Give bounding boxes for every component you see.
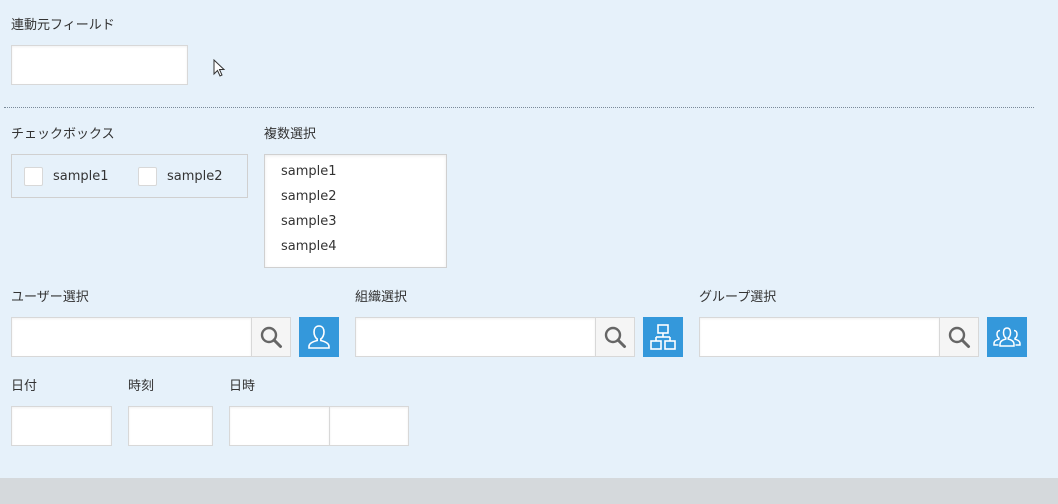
date-label: 日付 [11,379,38,394]
date-input[interactable] [11,406,112,446]
search-icon [948,326,970,348]
datetime-date-input[interactable] [229,406,330,446]
user-search-button[interactable] [251,317,291,357]
group-picker-button[interactable] [987,317,1027,357]
source-field-label: 連動元フィールド [11,18,115,33]
org-chart-icon [650,324,676,350]
multi-select-option[interactable]: sample2 [265,186,446,211]
group-select-label: グループ選択 [699,290,777,305]
search-icon [260,326,282,348]
time-label: 時刻 [128,379,155,394]
checkbox-box[interactable] [24,166,43,186]
datetime-label: 日時 [229,379,256,394]
multi-select-option[interactable]: sample1 [265,161,446,186]
org-picker-button[interactable] [643,317,683,357]
group-search-button[interactable] [939,317,979,357]
checkbox-label: チェックボックス [11,127,115,142]
footer-bar [0,478,1058,504]
multi-select-list[interactable]: sample1 sample2 sample3 sample4 [264,154,447,268]
org-select-input[interactable] [355,317,596,357]
checkbox-option-label: sample1 [53,168,109,184]
mouse-cursor-icon [213,58,227,83]
search-icon [604,326,626,348]
checkbox-option-sample2[interactable]: sample2 [138,165,223,187]
group-icon [993,327,1021,347]
user-picker-button[interactable] [299,317,339,357]
user-select-input[interactable] [11,317,252,357]
datetime-time-input[interactable] [329,406,409,446]
user-icon [308,325,330,349]
org-select-label: 組織選択 [355,290,408,305]
source-field-input[interactable] [11,45,188,85]
user-select-label: ユーザー選択 [11,290,89,305]
multi-select-option[interactable]: sample4 [265,236,446,261]
multi-select-option[interactable]: sample3 [265,211,446,236]
checkbox-option-label: sample2 [167,168,223,184]
section-divider [4,107,1034,108]
multi-select-label: 複数選択 [264,127,317,142]
time-input[interactable] [128,406,213,446]
org-search-button[interactable] [595,317,635,357]
checkbox-box[interactable] [138,166,157,186]
group-select-input[interactable] [699,317,940,357]
checkbox-option-sample1[interactable]: sample1 [24,165,109,187]
checkbox-group: sample1 sample2 [11,154,248,198]
